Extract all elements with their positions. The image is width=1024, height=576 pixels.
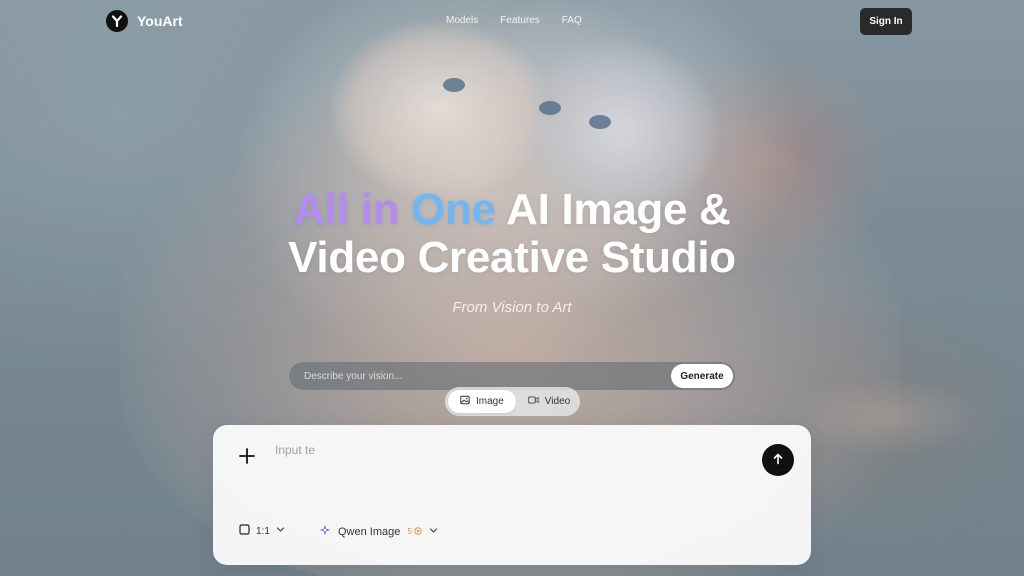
top-header: YouArt Models Features FAQ Sign In: [0, 0, 1024, 42]
nav-link-models[interactable]: Models: [446, 15, 478, 26]
model-select[interactable]: Qwen Image 5: [319, 524, 438, 539]
video-camera-icon: [527, 395, 539, 408]
send-button[interactable]: [762, 444, 794, 476]
arrow-up-icon: [772, 453, 784, 468]
hero-subtitle: From Vision to Art: [452, 299, 572, 316]
nav-link-features[interactable]: Features: [500, 15, 539, 26]
chevron-down-icon: [429, 526, 438, 538]
credit-cost: 5: [407, 526, 422, 537]
model-name: Qwen Image: [338, 525, 401, 538]
hero-title-rest: AI Image &: [506, 185, 731, 234]
hero-title-line2: Video Creative Studio: [288, 233, 736, 282]
y-logo-icon: [106, 10, 128, 32]
square-icon: [239, 524, 250, 538]
brand-name: YouArt: [137, 13, 183, 29]
hero-title-highlight-2: One: [411, 185, 496, 234]
mode-image-label: Image: [476, 396, 504, 407]
mode-video-button[interactable]: Video: [516, 390, 582, 413]
model-sparkle-icon: [319, 524, 331, 539]
image-icon: [460, 395, 470, 408]
generate-button[interactable]: Generate: [671, 364, 733, 388]
plus-icon[interactable]: [237, 446, 257, 466]
coin-icon: [414, 526, 422, 537]
main-nav: Models Features FAQ: [446, 15, 582, 26]
prompt-card: 1:1 Qwen Image 5: [213, 425, 811, 565]
aspect-ratio-select[interactable]: 1:1: [239, 524, 285, 538]
nav-link-faq[interactable]: FAQ: [562, 15, 582, 26]
aspect-ratio-value: 1:1: [256, 525, 270, 537]
hero-title-highlight-1: All in: [293, 185, 400, 234]
brand-logo[interactable]: YouArt: [106, 10, 183, 32]
hero-title: All in One AI Image & Video Creative Stu…: [0, 186, 1024, 282]
chevron-down-icon: [276, 525, 285, 537]
prompt-textarea[interactable]: [275, 443, 745, 503]
mode-video-label: Video: [544, 396, 571, 407]
mode-toggle: Image Video: [445, 387, 580, 416]
credit-value: 5: [407, 527, 412, 536]
sign-in-button[interactable]: Sign In: [860, 8, 912, 35]
mode-image-button[interactable]: Image: [448, 390, 516, 413]
quick-prompt-bar: Generate: [289, 362, 735, 390]
